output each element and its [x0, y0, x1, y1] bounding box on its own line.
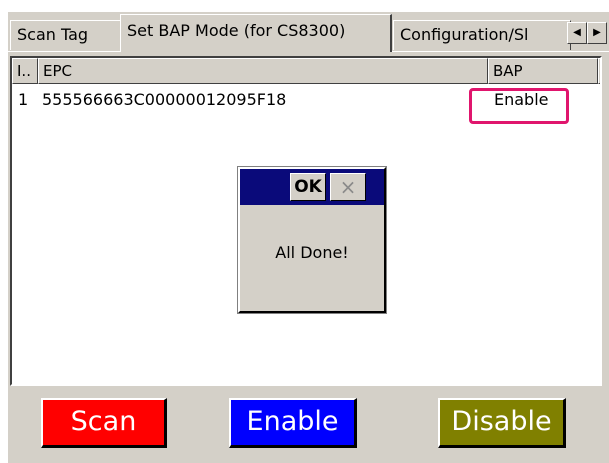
app-window: Scan Tag Set BAP Mode (for CS8300) Confi… [8, 12, 609, 463]
enable-button[interactable]: Enable [229, 398, 357, 448]
column-header-bap[interactable]: BAP [488, 58, 598, 84]
done-dialog: OK × All Done! [237, 166, 387, 314]
tab-label: Scan Tag [17, 25, 89, 44]
tab-label: Set BAP Mode (for CS8300) [127, 21, 346, 40]
tab-scan-tag[interactable]: Scan Tag [10, 20, 121, 50]
scan-button-label: Scan [70, 406, 137, 437]
tab-set-bap-mode[interactable]: Set BAP Mode (for CS8300) [120, 14, 392, 52]
scan-button[interactable]: Scan [41, 398, 167, 448]
right-arrow-icon: ▶ [593, 27, 601, 38]
close-icon: × [330, 173, 366, 201]
tab-label: Configuration/Sl [400, 25, 529, 44]
column-header-epc[interactable]: EPC [38, 58, 488, 84]
tab-configuration[interactable]: Configuration/Sl [393, 20, 571, 50]
tab-scroll-right-button[interactable]: ▶ [587, 22, 607, 44]
list-header: I.. EPC BAP [12, 58, 600, 84]
dialog-message: All Done! [275, 243, 349, 262]
enable-button-label: Enable [246, 406, 339, 437]
disable-button-label: Disable [451, 406, 552, 437]
column-header-filler [598, 58, 600, 84]
tab-scroll-left-button[interactable]: ◀ [567, 22, 587, 44]
left-arrow-icon: ◀ [573, 27, 581, 38]
tab-strip: Scan Tag Set BAP Mode (for CS8300) Confi… [8, 12, 609, 52]
disable-button[interactable]: Disable [438, 398, 566, 448]
dialog-ok-button[interactable]: OK [290, 173, 326, 201]
row-epc: 555566663C00000012095F18 [42, 90, 287, 109]
row-index: 1 [18, 90, 29, 109]
dialog-title-bar: OK × [240, 169, 384, 205]
column-header-index[interactable]: I.. [12, 58, 38, 84]
bap-value-highlight [469, 88, 569, 124]
